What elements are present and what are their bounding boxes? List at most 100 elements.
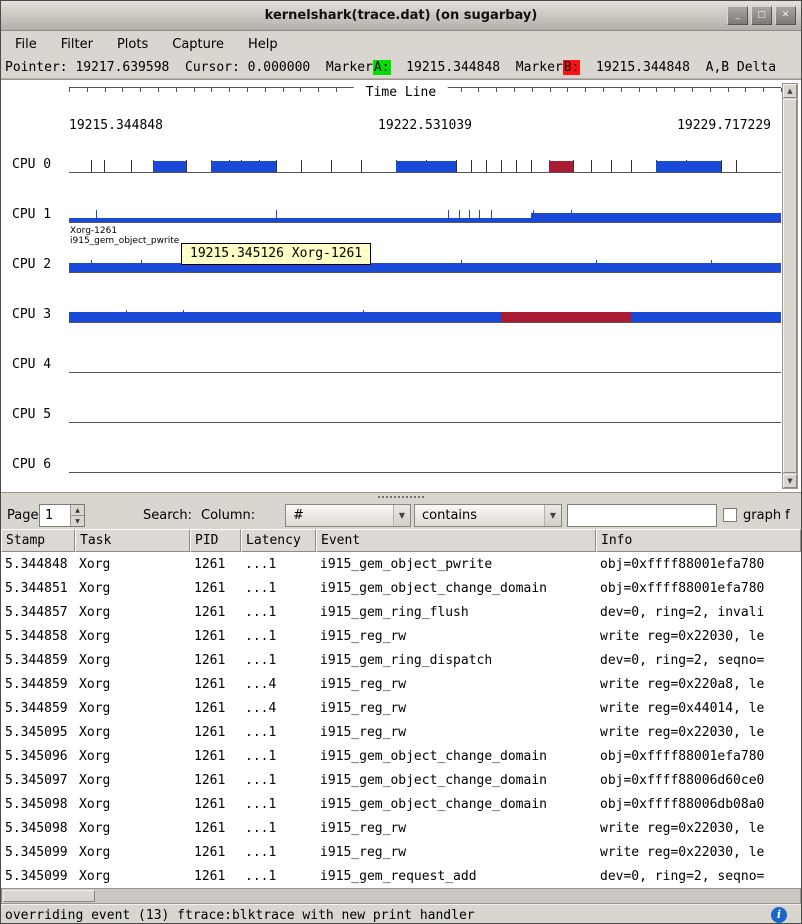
event-tick xyxy=(186,160,187,172)
table-row[interactable]: 5.345099Xorg1261...1i915_reg_rwwrite reg… xyxy=(1,840,801,864)
table-row[interactable]: 5.345098Xorg1261...1i915_gem_object_chan… xyxy=(1,792,801,816)
ruler-tick xyxy=(158,88,159,92)
ruler-tick xyxy=(318,88,319,92)
scrollbar-thumb[interactable] xyxy=(3,890,95,902)
ruler-tick xyxy=(69,88,70,92)
table-cell: i915_reg_rw xyxy=(316,624,596,648)
column-header-info[interactable]: Info xyxy=(596,529,801,552)
ruler-tick xyxy=(532,88,533,92)
menu-item-file[interactable]: File xyxy=(7,34,45,55)
spin-up-icon[interactable]: ▲ xyxy=(71,505,84,515)
task-bar xyxy=(69,263,781,272)
table-row[interactable]: 5.344848Xorg1261...1i915_gem_object_pwri… xyxy=(1,552,801,576)
event-tick xyxy=(361,160,362,172)
pane-splitter[interactable] xyxy=(1,493,801,501)
task-bar xyxy=(501,312,631,322)
table-row[interactable]: 5.345097Xorg1261...1i915_gem_object_chan… xyxy=(1,768,801,792)
cpu-track-4[interactable] xyxy=(69,336,781,386)
table-cell: Xorg xyxy=(75,768,190,792)
event-tick xyxy=(331,160,332,172)
table-cell: 5.345099 xyxy=(1,840,75,864)
menu-item-capture[interactable]: Capture xyxy=(164,34,232,55)
menu-item-plots[interactable]: Plots xyxy=(109,34,156,55)
event-table: 5.344848Xorg1261...1i915_gem_object_pwri… xyxy=(1,552,801,888)
ruler-tick xyxy=(105,88,106,92)
column-header-latency[interactable]: Latency xyxy=(241,529,316,552)
table-row[interactable]: 5.344859Xorg1261...4i915_reg_rwwrite reg… xyxy=(1,696,801,720)
cpu-track-1[interactable] xyxy=(69,186,781,236)
task-bar xyxy=(396,161,456,172)
cpu-label: CPU 4 xyxy=(12,357,51,372)
chevron-down-icon[interactable]: ▼ xyxy=(393,505,410,526)
cpu-track-6[interactable] xyxy=(69,436,781,486)
timestamp-middle: 19222.531039 xyxy=(378,118,472,133)
table-row[interactable]: 5.345095Xorg1261...1i915_reg_rwwrite reg… xyxy=(1,720,801,744)
table-cell: dev=0, ring=2, seqno= xyxy=(596,864,801,888)
table-cell: ...1 xyxy=(241,600,316,624)
cpu-baseline xyxy=(69,422,781,423)
table-cell: i915_gem_object_change_domain xyxy=(316,744,596,768)
event-tick xyxy=(131,160,132,172)
scrollbar-thumb[interactable] xyxy=(783,99,797,473)
table-row[interactable]: 5.344857Xorg1261...1i915_gem_ring_flushd… xyxy=(1,600,801,624)
table-cell: write reg=0x22030, le xyxy=(596,720,801,744)
scroll-down-icon[interactable]: ▼ xyxy=(783,474,797,488)
table-cell: i915_gem_request_add xyxy=(316,864,596,888)
match-select[interactable]: contains ▼ xyxy=(414,504,562,527)
maximize-button[interactable]: □ xyxy=(751,6,772,25)
ruler-tick xyxy=(247,88,248,92)
menu-item-filter[interactable]: Filter xyxy=(53,34,101,55)
minimize-button[interactable]: _ xyxy=(727,6,748,25)
table-row[interactable]: 5.345099Xorg1261...1i915_gem_request_add… xyxy=(1,864,801,888)
table-row[interactable]: 5.344851Xorg1261...1i915_gem_object_chan… xyxy=(1,576,801,600)
page-spinner[interactable]: 1 ▲ ▼ xyxy=(39,504,85,527)
table-cell: 1261 xyxy=(190,576,241,600)
task-bar xyxy=(549,161,573,172)
page-label: Page xyxy=(7,508,38,523)
column-select-value: # xyxy=(286,505,393,526)
kernelshark-window: kernelshark(trace.dat) (on sugarbay) _□✕… xyxy=(0,0,802,924)
table-row[interactable]: 5.344859Xorg1261...1i915_gem_ring_dispat… xyxy=(1,648,801,672)
cpu-track-5[interactable] xyxy=(69,386,781,436)
scroll-up-icon[interactable]: ▲ xyxy=(783,84,797,98)
graph-vertical-scrollbar[interactable]: ▲ ▼ xyxy=(782,83,798,489)
table-horizontal-scrollbar[interactable] xyxy=(1,888,801,904)
close-button[interactable]: ✕ xyxy=(775,6,796,25)
table-cell: ...1 xyxy=(241,864,316,888)
titlebar[interactable]: kernelshark(trace.dat) (on sugarbay) _□✕ xyxy=(1,1,801,31)
spin-down-icon[interactable]: ▼ xyxy=(71,515,84,526)
table-cell: 1261 xyxy=(190,648,241,672)
table-cell: ...1 xyxy=(241,648,316,672)
search-input[interactable] xyxy=(567,504,717,527)
column-header-task[interactable]: Task xyxy=(75,529,190,552)
cpu-track-0[interactable] xyxy=(69,136,781,186)
pointer-value: Pointer: 19217.639598 xyxy=(5,60,185,75)
table-row[interactable]: 5.345096Xorg1261...1i915_gem_object_chan… xyxy=(1,744,801,768)
column-header-pid[interactable]: PID xyxy=(190,529,241,552)
table-cell: 5.344851 xyxy=(1,576,75,600)
table-cell: Xorg xyxy=(75,744,190,768)
menu-item-help[interactable]: Help xyxy=(240,34,286,55)
graph-follows-checkbox[interactable] xyxy=(723,508,737,522)
table-header: StampTaskPIDLatencyEventInfo xyxy=(1,529,801,552)
table-row[interactable]: 5.344858Xorg1261...1i915_reg_rwwrite reg… xyxy=(1,624,801,648)
ruler-tick xyxy=(728,88,729,92)
column-header-stamp[interactable]: Stamp xyxy=(1,529,75,552)
cpu-track-3[interactable] xyxy=(69,286,781,336)
cpu-band-6: CPU 6 xyxy=(1,436,801,486)
event-tick xyxy=(301,160,302,172)
event-tick xyxy=(611,160,612,172)
column-header-event[interactable]: Event xyxy=(316,529,596,552)
page-value[interactable]: 1 xyxy=(40,505,70,526)
chevron-down-icon[interactable]: ▼ xyxy=(544,505,561,526)
table-row[interactable]: 5.345098Xorg1261...1i915_reg_rwwrite reg… xyxy=(1,816,801,840)
splitter-handle-icon[interactable] xyxy=(378,496,424,498)
info-icon[interactable]: i xyxy=(771,907,787,923)
ruler-tick xyxy=(603,88,604,92)
timestamp-end: 19229.717229 xyxy=(677,118,771,133)
table-cell: Xorg xyxy=(75,816,190,840)
column-select[interactable]: # ▼ xyxy=(285,504,411,527)
table-row[interactable]: 5.344859Xorg1261...4i915_reg_rwwrite reg… xyxy=(1,672,801,696)
table-cell: 5.345098 xyxy=(1,816,75,840)
cpu-band-0: CPU 0 xyxy=(1,136,801,186)
